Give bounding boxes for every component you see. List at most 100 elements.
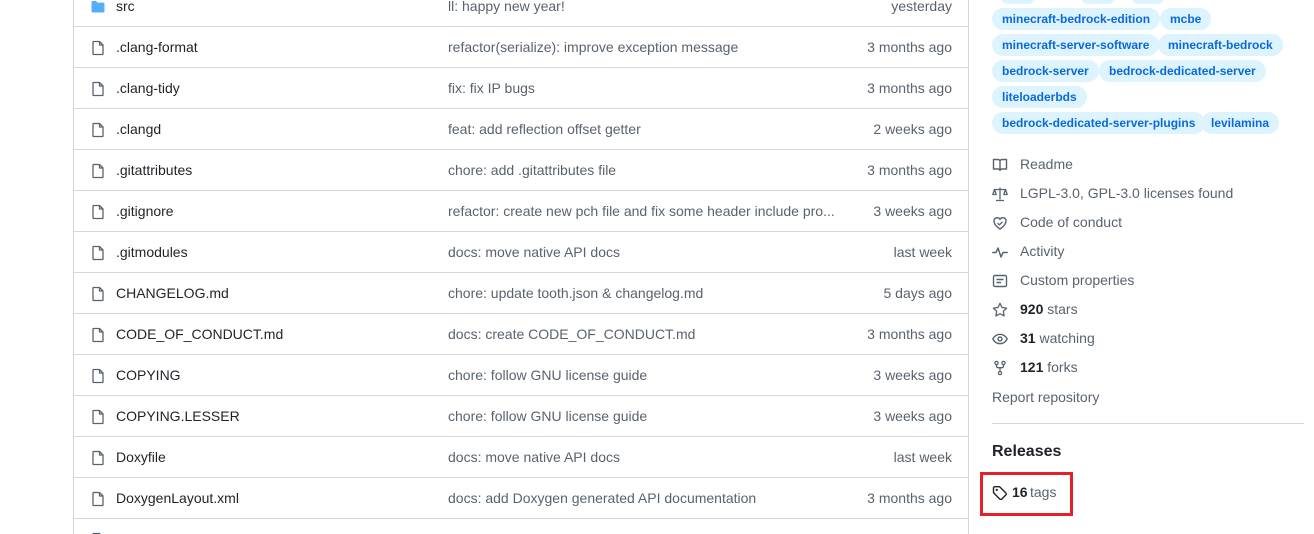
file-name-link[interactable]: .clang-format: [116, 39, 198, 55]
forks-count: 121: [1020, 359, 1044, 375]
file-name-link[interactable]: CHANGELOG.md: [116, 285, 229, 301]
file-icon: [90, 327, 106, 343]
file-icon: [90, 409, 106, 425]
file-name-link[interactable]: COPYING: [116, 367, 181, 383]
commit-date: yesterday: [891, 0, 952, 14]
stars-label: 920 stars: [1020, 301, 1078, 317]
commit-date: 3 months ago: [867, 162, 952, 178]
file-icon: [90, 204, 106, 220]
commit-message-link[interactable]: docs: add Doxygen generated API document…: [448, 490, 838, 506]
file-list: src ll: happy new year! yesterday .clang-fo…: [73, 0, 969, 534]
commit-date: 3 months ago: [867, 80, 952, 96]
file-icon: [90, 491, 106, 507]
file-row[interactable]: Doxyfile docs: move native API docs last w…: [74, 437, 968, 478]
topic-tag[interactable]: minecraft-bedrock: [1158, 34, 1283, 56]
folder-icon: [90, 0, 106, 15]
topic-tag[interactable]: liteloaderbds: [992, 86, 1087, 108]
commit-message-link[interactable]: chore: update tooth.json & changelog.md: [448, 285, 838, 301]
topic-tag[interactable]: bedrock-server: [992, 60, 1099, 82]
commit-date: 3 months ago: [867, 490, 952, 506]
file-name-link[interactable]: Doxyfile: [116, 449, 166, 465]
file-name-link[interactable]: .clangd: [116, 121, 161, 137]
book-icon: [992, 157, 1008, 173]
commit-date: 3 weeks ago: [873, 408, 952, 424]
file-row[interactable]: .clang-format refactor(serialize): improv…: [74, 27, 968, 68]
pulse-icon: [992, 244, 1008, 260]
file-icon: [90, 81, 106, 97]
topic-tag[interactable]: minecraft-bedrock-edition: [992, 8, 1161, 30]
commit-date: last week: [893, 244, 952, 260]
file-name-link[interactable]: src: [116, 0, 135, 14]
topic-tag-partial[interactable]: [1080, 0, 1116, 4]
code-of-conduct-icon: [992, 215, 1008, 231]
fork-icon: [992, 360, 1008, 376]
file-row[interactable]: .gitmodules docs: move native API docs las…: [74, 232, 968, 273]
file-icon: [90, 450, 106, 466]
tags-count: 16: [1012, 484, 1028, 500]
sidebar-divider: [992, 423, 1304, 424]
custom-properties-label: Custom properties: [1020, 272, 1135, 288]
file-name-link[interactable]: CODE_OF_CONDUCT.md: [116, 326, 283, 342]
file-row-partial[interactable]: [74, 519, 968, 534]
topic-tag-partial[interactable]: [1000, 0, 1036, 4]
forks-label: 121 forks: [1020, 359, 1078, 375]
commit-date: 3 months ago: [867, 39, 952, 55]
topic-tag-partial[interactable]: [1130, 0, 1166, 4]
eye-icon: [992, 331, 1008, 347]
file-icon: [90, 245, 106, 261]
license-label: LGPL-3.0, GPL-3.0 licenses found: [1020, 185, 1234, 201]
file-name-link[interactable]: COPYING.LESSER: [116, 408, 240, 424]
law-scale-icon: [992, 186, 1008, 202]
watching-word: watching: [1039, 330, 1095, 346]
file-row[interactable]: .clangd feat: add reflection offset gette…: [74, 109, 968, 150]
watching-label: 31 watching: [1020, 330, 1095, 346]
topic-tag[interactable]: minecraft-server-software: [992, 34, 1160, 56]
topic-tag[interactable]: mcbe: [1160, 8, 1212, 30]
topic-tag[interactable]: levilamina: [1201, 112, 1280, 134]
file-row[interactable]: DoxygenLayout.xml docs: add Doxygen gener…: [74, 478, 968, 519]
commit-date: 3 weeks ago: [873, 203, 952, 219]
file-name-link[interactable]: .gitattributes: [116, 162, 192, 178]
file-name-link[interactable]: .clang-tidy: [116, 80, 180, 96]
commit-message-link[interactable]: docs: create CODE_OF_CONDUCT.md: [448, 326, 838, 342]
file-row[interactable]: COPYING.LESSER chore: follow GNU license …: [74, 396, 968, 437]
file-name-link[interactable]: .gitignore: [116, 203, 174, 219]
stars-count: 920: [1020, 301, 1044, 317]
topic-tag[interactable]: bedrock-dedicated-server-plugins: [992, 112, 1206, 134]
commit-message-link[interactable]: docs: move native API docs: [448, 244, 838, 260]
releases-heading[interactable]: Releases: [992, 443, 1061, 461]
file-row[interactable]: CODE_OF_CONDUCT.md docs: create CODE_OF_C…: [74, 314, 968, 355]
commit-message-link[interactable]: chore: add .gitattributes file: [448, 162, 838, 178]
commit-message-link[interactable]: ll: happy new year!: [448, 0, 838, 14]
file-row[interactable]: .gitignore refactor: create new pch file …: [74, 191, 968, 232]
report-repository-link[interactable]: Report repository: [992, 389, 1099, 405]
file-name-link[interactable]: DoxygenLayout.xml: [116, 490, 239, 506]
commit-message-link[interactable]: refactor(serialize): improve exception m…: [448, 39, 838, 55]
commit-message-link[interactable]: docs: move native API docs: [448, 449, 838, 465]
commit-message-link[interactable]: refactor: create new pch file and fix so…: [448, 203, 838, 219]
tag-icon: [992, 485, 1008, 501]
file-row[interactable]: src ll: happy new year! yesterday: [74, 0, 968, 27]
stars-word: stars: [1047, 301, 1078, 317]
repo-page: src ll: happy new year! yesterday .clang-fo…: [0, 0, 1314, 534]
topic-tag[interactable]: bedrock-dedicated-server: [1099, 60, 1266, 82]
commit-message-link[interactable]: fix: fix IP bugs: [448, 80, 838, 96]
file-row[interactable]: CHANGELOG.md chore: update tooth.json & c…: [74, 273, 968, 314]
commit-message-link[interactable]: chore: follow GNU license guide: [448, 367, 838, 383]
file-icon: [90, 368, 106, 384]
star-icon: [992, 302, 1008, 318]
tags-word: tags: [1030, 484, 1057, 500]
file-icon: [90, 122, 106, 138]
commit-message-link[interactable]: chore: follow GNU license guide: [448, 408, 838, 424]
file-row[interactable]: .gitattributes chore: add .gitattributes …: [74, 150, 968, 191]
forks-word: forks: [1047, 359, 1078, 375]
commit-message-link[interactable]: feat: add reflection offset getter: [448, 121, 838, 137]
file-row[interactable]: COPYING chore: follow GNU license guide 3 …: [74, 355, 968, 396]
file-row[interactable]: .clang-tidy fix: fix IP bugs 3 months ago: [74, 68, 968, 109]
file-name-link[interactable]: .gitmodules: [116, 244, 188, 260]
file-icon: [90, 286, 106, 302]
commit-date: last week: [893, 449, 952, 465]
watching-count: 31: [1020, 330, 1036, 346]
code-of-conduct-label: Code of conduct: [1020, 214, 1122, 230]
file-icon: [90, 163, 106, 179]
